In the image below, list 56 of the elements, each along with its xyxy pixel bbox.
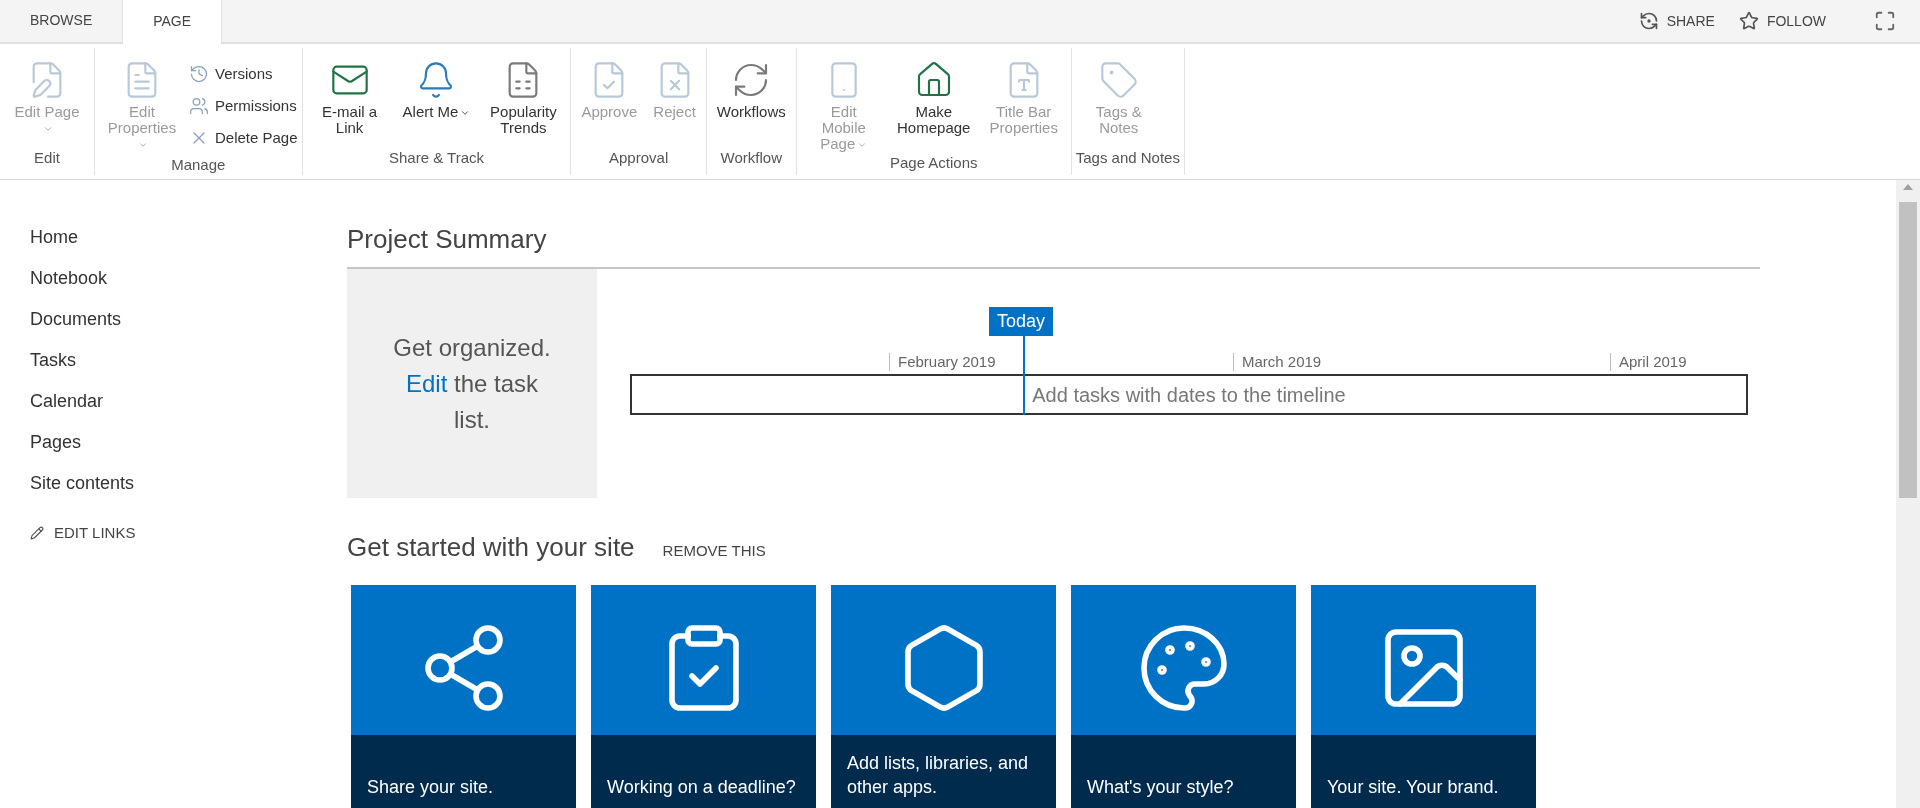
ribbon-button[interactable]: Permissions	[189, 90, 298, 122]
nav-link[interactable]: Home	[30, 217, 78, 258]
people-icon	[189, 96, 209, 116]
nav-link[interactable]: Documents	[30, 299, 122, 340]
scroll-up-icon	[1903, 184, 1913, 190]
ribbon-button[interactable]: Workflows	[710, 56, 792, 147]
nav-link[interactable]: Calendar	[30, 381, 104, 422]
get-started-tile[interactable]: Share your site.	[351, 585, 576, 808]
focus-mode-icon[interactable]	[1874, 10, 1896, 32]
section-title: Get started with your site	[347, 531, 635, 564]
ribbon-button[interactable]: E-mail a Link	[306, 56, 393, 147]
ribbon-group-label: Approval	[608, 147, 670, 168]
nav-link[interactable]: Site contents	[30, 463, 135, 504]
scrollbar-thumb[interactable]	[1899, 202, 1917, 498]
edit-link[interactable]: Edit	[405, 369, 448, 397]
edit-links-link[interactable]: EDIT LINKS	[30, 522, 136, 545]
remove-this-link[interactable]: REMOVE THIS	[662, 540, 766, 563]
pencil-icon	[30, 526, 44, 541]
section-title: Project Summary	[347, 223, 547, 256]
nav-link[interactable]: Notebook	[30, 258, 108, 299]
follow-link[interactable]: FOLLOW	[1738, 10, 1826, 32]
month-label: April 2019	[1610, 353, 1687, 371]
ribbon-group-label: Page Actions	[888, 153, 979, 173]
tag-icon	[1098, 60, 1139, 100]
ribbon-button[interactable]: Versions	[189, 58, 298, 90]
month-label: March 2019	[1233, 353, 1322, 371]
task-list-prompt: Get organized. Edit the task list.	[347, 269, 597, 498]
get-started-tile[interactable]: Your site. Your brand.	[1311, 585, 1536, 808]
ribbon-tab[interactable]: PAGE	[122, 0, 223, 44]
share-link[interactable]: SHARE	[1638, 10, 1715, 32]
ribbon-button[interactable]: Popularity Trends	[480, 56, 567, 147]
today-marker: Today	[989, 307, 1054, 336]
nav-link[interactable]: Tasks	[30, 340, 76, 381]
star-icon	[1738, 11, 1759, 31]
tile-caption: Your site. Your brand.	[1327, 776, 1499, 799]
timeline-bar: Add tasks with dates to the timeline	[630, 374, 1748, 415]
ribbon-group-label: Tags and Notes	[1075, 147, 1180, 168]
ribbon-group-label: Manage	[170, 155, 227, 175]
tile-caption: What's your style?	[1087, 776, 1234, 799]
tile-caption: Working on a deadline?	[607, 776, 796, 799]
ribbon-button[interactable]: Alert Me	[396, 56, 477, 147]
ribbon-button[interactable]: Make Homepage	[890, 56, 977, 152]
nav-link[interactable]: Pages	[30, 422, 82, 463]
month-label: February 2019	[889, 353, 996, 371]
ribbon-group-label: Edit	[33, 147, 61, 168]
tile-caption: Add lists, libraries, and other apps.	[847, 752, 1030, 799]
get-started-tile[interactable]: Working on a deadline?	[591, 585, 816, 808]
get-started-tile[interactable]: What's your style?	[1071, 585, 1296, 808]
ribbon-button[interactable]: Delete Page	[189, 122, 298, 154]
ribbon-group-label: Share & Track	[387, 147, 485, 168]
tile-caption: Share your site.	[367, 776, 494, 799]
ribbon-group-label: Workflow	[719, 147, 783, 168]
history-icon	[189, 64, 209, 84]
get-started-tile[interactable]: Add lists, libraries, and other apps.	[831, 585, 1056, 808]
ribbon-tab[interactable]: BROWSE	[0, 0, 123, 42]
scrollbar[interactable]	[1896, 180, 1920, 808]
